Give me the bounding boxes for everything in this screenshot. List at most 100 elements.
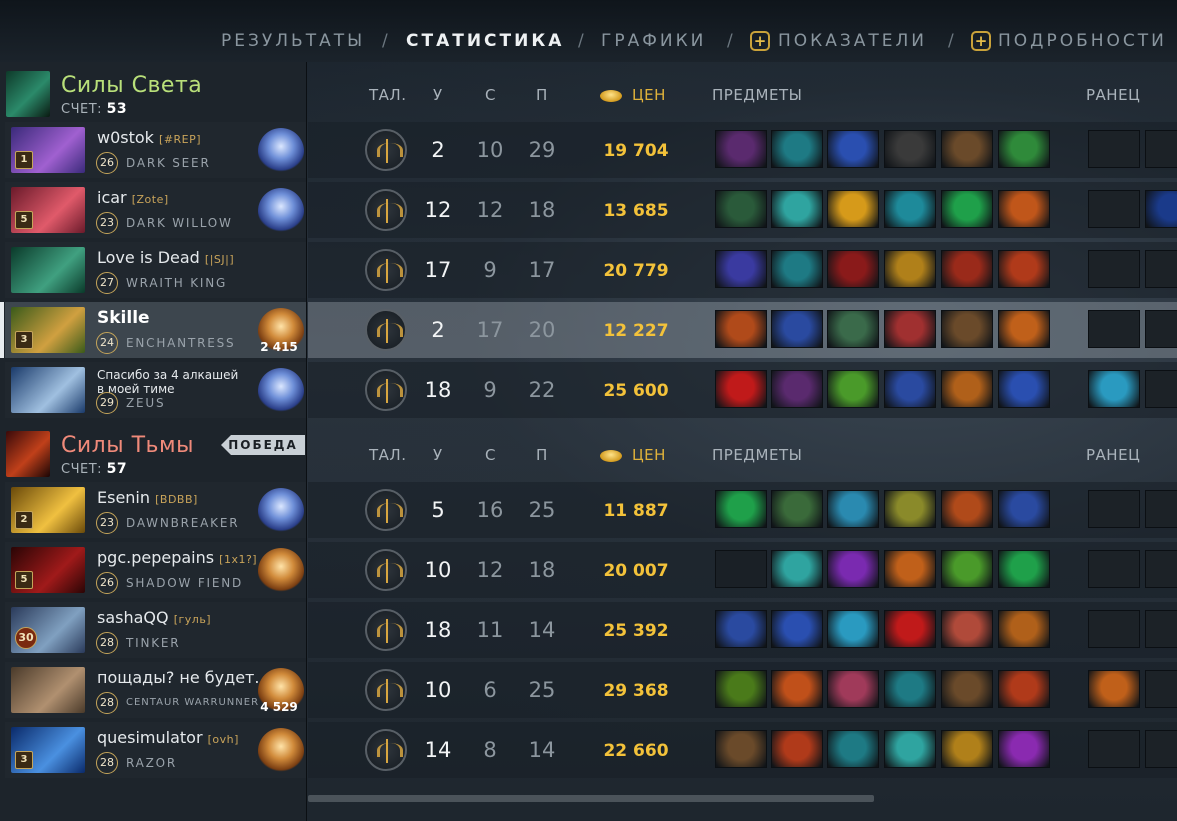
tab-graphs[interactable]: ГРАФИКИ [601, 31, 706, 51]
item-slot[interactable] [998, 610, 1050, 648]
item-slot[interactable] [998, 190, 1050, 228]
empty-backpack-slot[interactable] [1088, 130, 1140, 168]
empty-item-slot[interactable] [715, 550, 767, 588]
talent-tree-icon[interactable] [365, 669, 407, 711]
player-name[interactable]: icar [Zote] [97, 188, 169, 207]
item-slot[interactable] [884, 250, 936, 288]
player-name[interactable]: Спасибо за 4 алкашей в моей тиме [97, 368, 247, 396]
empty-backpack-slot[interactable] [1145, 310, 1177, 348]
tab-details[interactable]: ПОДРОБНОСТИ [998, 31, 1167, 51]
item-slot[interactable] [998, 670, 1050, 708]
item-slot[interactable] [941, 610, 993, 648]
empty-backpack-slot[interactable] [1088, 310, 1140, 348]
item-slot[interactable] [998, 310, 1050, 348]
hero-portrait[interactable]: 2 [11, 487, 85, 533]
talent-tree-icon[interactable] [365, 729, 407, 771]
hero-portrait[interactable]: 3 [11, 307, 85, 353]
empty-backpack-slot[interactable] [1145, 730, 1177, 768]
item-slot[interactable] [941, 550, 993, 588]
empty-backpack-slot[interactable] [1088, 550, 1140, 588]
empty-backpack-slot[interactable] [1145, 610, 1177, 648]
player-row[interactable]: 30 sashaQQ [гуль] 28 TINKER [5, 602, 306, 658]
player-name[interactable]: w0stok [#REP] [97, 128, 201, 147]
item-slot[interactable] [884, 730, 936, 768]
item-slot[interactable] [884, 490, 936, 528]
player-name[interactable]: sashaQQ [гуль] [97, 608, 211, 627]
talent-tree-icon[interactable] [365, 309, 407, 351]
talent-tree-icon[interactable] [365, 129, 407, 171]
item-slot[interactable] [827, 490, 879, 528]
item-slot[interactable] [998, 550, 1050, 588]
item-slot[interactable] [771, 670, 823, 708]
player-name[interactable]: Love is Dead [|SJ|] [97, 248, 234, 267]
item-slot[interactable] [827, 130, 879, 168]
item-slot[interactable] [998, 730, 1050, 768]
item-slot[interactable] [715, 130, 767, 168]
item-slot[interactable] [771, 130, 823, 168]
item-slot[interactable] [715, 370, 767, 408]
tab-statistics[interactable]: СТАТИСТИКА [406, 31, 564, 51]
item-slot[interactable] [715, 310, 767, 348]
player-row[interactable]: Спасибо за 4 алкашей в моей тиме 29 ZEUS [5, 362, 306, 418]
item-slot[interactable] [771, 610, 823, 648]
item-slot[interactable] [884, 190, 936, 228]
backpack-item-slot[interactable] [1088, 670, 1140, 708]
item-slot[interactable] [715, 610, 767, 648]
item-slot[interactable] [715, 190, 767, 228]
hero-portrait[interactable]: 1 [11, 127, 85, 173]
item-slot[interactable] [827, 190, 879, 228]
talent-tree-icon[interactable] [365, 549, 407, 591]
empty-backpack-slot[interactable] [1088, 250, 1140, 288]
hero-portrait[interactable]: 3 [11, 727, 85, 773]
item-slot[interactable] [884, 610, 936, 648]
empty-backpack-slot[interactable] [1145, 490, 1177, 528]
item-slot[interactable] [941, 730, 993, 768]
item-slot[interactable] [771, 190, 823, 228]
item-slot[interactable] [998, 370, 1050, 408]
item-slot[interactable] [941, 310, 993, 348]
empty-backpack-slot[interactable] [1145, 670, 1177, 708]
empty-backpack-slot[interactable] [1145, 130, 1177, 168]
empty-backpack-slot[interactable] [1088, 490, 1140, 528]
item-slot[interactable] [827, 670, 879, 708]
player-row[interactable]: Love is Dead [|SJ|] 27 WRAITH KING [5, 242, 306, 298]
hero-portrait[interactable] [11, 667, 85, 713]
player-row[interactable]: 3 Skille 24 ENCHANTRESS 2 415 [0, 302, 306, 358]
item-slot[interactable] [827, 730, 879, 768]
item-slot[interactable] [827, 250, 879, 288]
item-slot[interactable] [998, 130, 1050, 168]
item-slot[interactable] [715, 730, 767, 768]
item-slot[interactable] [771, 250, 823, 288]
item-slot[interactable] [827, 550, 879, 588]
item-slot[interactable] [771, 550, 823, 588]
talent-tree-icon[interactable] [365, 369, 407, 411]
hero-portrait[interactable] [11, 247, 85, 293]
player-name[interactable]: Skille [97, 308, 150, 328]
item-slot[interactable] [941, 490, 993, 528]
item-slot[interactable] [715, 490, 767, 528]
empty-backpack-slot[interactable] [1145, 370, 1177, 408]
player-row[interactable]: 3 quesimulator [ovh] 28 RAZOR [5, 722, 306, 778]
empty-backpack-slot[interactable] [1088, 610, 1140, 648]
horizontal-scrollbar[interactable] [308, 795, 874, 802]
player-name[interactable]: Esenin [BDBB] [97, 488, 198, 507]
empty-backpack-slot[interactable] [1088, 190, 1140, 228]
item-slot[interactable] [884, 370, 936, 408]
player-row[interactable]: 2 Esenin [BDBB] 23 DAWNBREAKER [5, 482, 306, 538]
item-slot[interactable] [827, 610, 879, 648]
tab-indicators[interactable]: ПОКАЗАТЕЛИ [778, 31, 927, 51]
item-slot[interactable] [771, 310, 823, 348]
player-name[interactable]: quesimulator [ovh] [97, 728, 239, 747]
player-row[interactable]: 1 w0stok [#REP] 26 DARK SEER [5, 122, 306, 178]
item-slot[interactable] [771, 490, 823, 528]
talent-tree-icon[interactable] [365, 189, 407, 231]
empty-backpack-slot[interactable] [1145, 550, 1177, 588]
talent-tree-icon[interactable] [365, 609, 407, 651]
empty-backpack-slot[interactable] [1088, 730, 1140, 768]
talent-tree-icon[interactable] [365, 249, 407, 291]
talent-tree-icon[interactable] [365, 489, 407, 531]
item-slot[interactable] [884, 550, 936, 588]
tab-results[interactable]: РЕЗУЛЬТАТЫ [221, 31, 365, 51]
item-slot[interactable] [827, 370, 879, 408]
empty-backpack-slot[interactable] [1145, 250, 1177, 288]
